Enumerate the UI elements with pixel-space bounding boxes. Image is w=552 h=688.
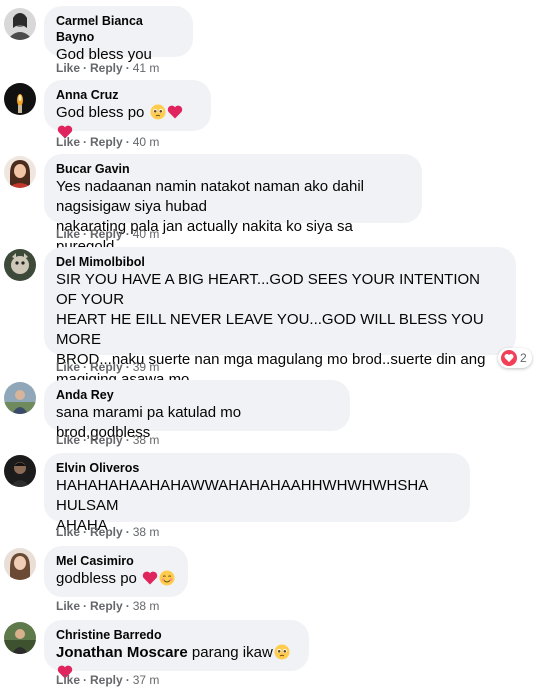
reply-button[interactable]: Reply [90, 525, 123, 539]
like-button[interactable]: Like [56, 525, 80, 539]
comment-actions: Like · Reply · 38 m [56, 525, 160, 539]
reply-button[interactable]: Reply [90, 673, 123, 687]
reply-button[interactable]: Reply [90, 599, 123, 613]
avatar-icon[interactable] [4, 382, 36, 414]
comment-author[interactable]: Del Mimolbibol [56, 254, 504, 270]
comment-bubble: Anna Cruz God bless po [44, 80, 211, 139]
reaction-count: 2 [520, 351, 527, 365]
comment-text: godbless po [56, 570, 137, 587]
comment-bubble: Elvin Oliveros HAHAHAHAAHAHAWWAHAHAHAAHH… [44, 453, 470, 534]
comment-timestamp[interactable]: 38 m [133, 525, 160, 539]
comment-author[interactable]: Bucar Gavin [56, 161, 410, 177]
comment-bubble: Del Mimolbibol SIR YOU HAVE A BIG HEART.… [44, 247, 516, 388]
comment-bubble: Mel Casimiro godbless po [44, 546, 188, 597]
comment-author[interactable]: Anda Rey [56, 387, 338, 403]
red-heart-icon [142, 571, 158, 585]
like-button[interactable]: Like [56, 360, 80, 374]
comment-text: God bless po [56, 104, 145, 121]
avatar-icon[interactable] [4, 548, 36, 580]
love-reaction-icon [501, 350, 517, 366]
pleading-face-icon [150, 104, 166, 120]
comment-actions: Like · Reply · 39 m [56, 360, 160, 374]
comment-bubble: Carmel Bianca Bayno God bless you [44, 6, 193, 63]
comment-timestamp[interactable]: 40 m [133, 135, 160, 149]
comment-timestamp[interactable]: 39 m [133, 360, 160, 374]
smiling-face-icon [159, 570, 175, 586]
like-button[interactable]: Like [56, 599, 80, 613]
reply-button[interactable]: Reply [90, 227, 123, 241]
avatar-icon[interactable] [4, 249, 36, 281]
like-button[interactable]: Like [56, 227, 80, 241]
comment-actions: Like · Reply · 41 m [56, 61, 160, 75]
comment-timestamp[interactable]: 38 m [133, 433, 160, 447]
like-button[interactable]: Like [56, 61, 80, 75]
comment-timestamp[interactable]: 38 m [133, 599, 160, 613]
avatar-icon[interactable] [4, 156, 36, 188]
comment-actions: Like · Reply · 37 m [56, 673, 160, 687]
previous-comment-edge [0, 0, 552, 12]
comment-timestamp[interactable]: 40 m [133, 227, 160, 241]
comment-author[interactable]: Carmel Bianca Bayno [56, 13, 181, 45]
reply-button[interactable]: Reply [90, 61, 123, 75]
comment-author[interactable]: Elvin Oliveros [56, 460, 458, 476]
comment-text: parang ikaw [191, 644, 273, 661]
mention-link[interactable]: Jonathan Moscare [56, 644, 188, 661]
pleading-face-icon [274, 644, 290, 660]
comment-text-line: Yes nadaanan namin natakot naman ako dah… [56, 178, 365, 215]
like-button[interactable]: Like [56, 673, 80, 687]
like-button[interactable]: Like [56, 135, 80, 149]
comment-text-line: HAHAHAHAAHAHAWWAHAHAHAAHHWHWHWHSHA HULSA… [56, 477, 428, 514]
comment-timestamp[interactable]: 37 m [133, 673, 160, 687]
avatar-icon[interactable] [4, 83, 36, 115]
comment-actions: Like · Reply · 40 m [56, 227, 160, 241]
red-heart-icon [167, 105, 182, 119]
comment-actions: Like · Reply · 38 m [56, 433, 160, 447]
comment-author[interactable]: Christine Barredo [56, 627, 297, 643]
reaction-summary[interactable]: 2 [498, 348, 532, 368]
comment-author[interactable]: Mel Casimiro [56, 553, 176, 569]
reply-button[interactable]: Reply [90, 360, 123, 374]
avatar-icon[interactable] [4, 8, 36, 40]
comment-bubble: Anda Rey sana marami pa katulad mo brod,… [44, 380, 350, 441]
comment-timestamp[interactable]: 41 m [133, 61, 160, 75]
comment-actions: Like · Reply · 40 m [56, 135, 160, 149]
comment-text-line: HEART HE EILL NEVER LEAVE YOU...GOD WILL… [56, 311, 484, 348]
comment-actions: Like · Reply · 38 m [56, 599, 160, 613]
comment-bubble: Bucar Gavin Yes nadaanan namin natakot n… [44, 154, 422, 255]
reply-button[interactable]: Reply [90, 135, 123, 149]
comment-author[interactable]: Anna Cruz [56, 87, 199, 103]
like-button[interactable]: Like [56, 433, 80, 447]
avatar-icon[interactable] [4, 455, 36, 487]
avatar-icon[interactable] [4, 622, 36, 654]
comment-bubble: Christine Barredo Jonathan Moscare paran… [44, 620, 309, 679]
reply-button[interactable]: Reply [90, 433, 123, 447]
comment-text-line: SIR YOU HAVE A BIG HEART...GOD SEES YOUR… [56, 271, 480, 308]
comment-text-line: godbless po [56, 569, 176, 589]
